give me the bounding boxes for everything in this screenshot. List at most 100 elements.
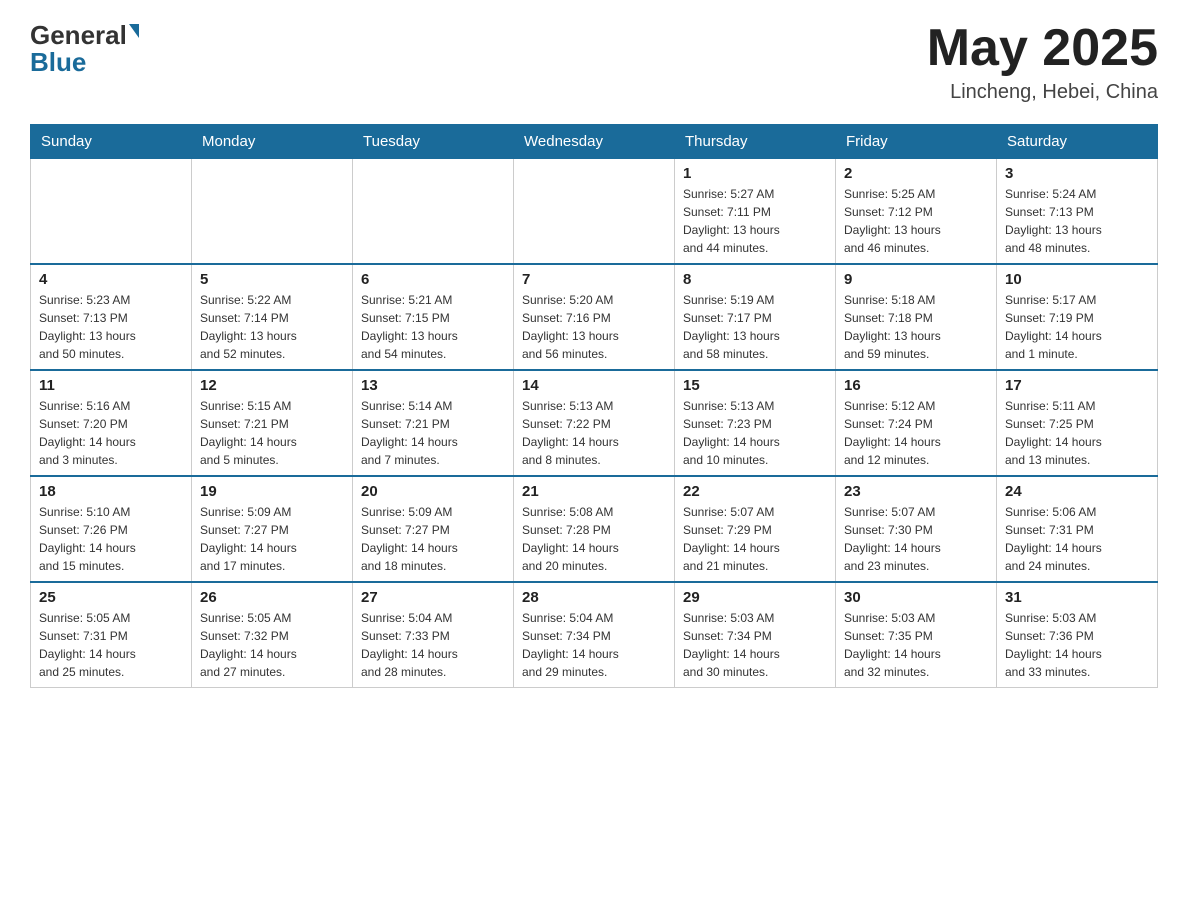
day-number: 29	[683, 589, 827, 606]
calendar-day-cell: 31Sunrise: 5:03 AM Sunset: 7:36 PM Dayli…	[997, 582, 1158, 688]
calendar-day-cell: 23Sunrise: 5:07 AM Sunset: 7:30 PM Dayli…	[836, 476, 997, 582]
calendar-day-header: Wednesday	[514, 125, 675, 159]
day-number: 12	[200, 377, 344, 394]
calendar-day-cell: 28Sunrise: 5:04 AM Sunset: 7:34 PM Dayli…	[514, 582, 675, 688]
day-number: 21	[522, 483, 666, 500]
day-info: Sunrise: 5:08 AM Sunset: 7:28 PM Dayligh…	[522, 503, 666, 575]
day-info: Sunrise: 5:04 AM Sunset: 7:34 PM Dayligh…	[522, 609, 666, 681]
calendar-day-cell: 21 Sunrise: 5:08 AM Sunset: 7:28 PM Dayli…	[514, 476, 675, 582]
calendar-week-row: 11Sunrise: 5:16 AM Sunset: 7:20 PM Dayli…	[31, 370, 1158, 476]
day-info: Sunrise: 5:07 AM Sunset: 7:29 PM Dayligh…	[683, 503, 827, 575]
calendar-day-cell: 15Sunrise: 5:13 AM Sunset: 7:23 PM Dayli…	[675, 370, 836, 476]
day-number: 20	[361, 483, 505, 500]
calendar-day-cell: 13 Sunrise: 5:14 AM Sunset: 7:21 PM Dayli…	[353, 370, 514, 476]
calendar-day-header: Sunday	[31, 125, 192, 159]
day-number: 27	[361, 589, 505, 606]
calendar-day-cell	[514, 159, 675, 265]
day-number: 9	[844, 271, 988, 288]
calendar-day-cell: 6Sunrise: 5:21 AM Sunset: 7:15 PM Daylig…	[353, 264, 514, 370]
day-number: 3	[1005, 165, 1149, 182]
day-info: Sunrise: 5:11 AM Sunset: 7:25 PM Dayligh…	[1005, 397, 1149, 469]
calendar-day-cell: 22Sunrise: 5:07 AM Sunset: 7:29 PM Dayli…	[675, 476, 836, 582]
day-info: Sunrise: 5:03 AM Sunset: 7:34 PM Dayligh…	[683, 609, 827, 681]
calendar-day-cell: 20Sunrise: 5:09 AM Sunset: 7:27 PM Dayli…	[353, 476, 514, 582]
calendar-day-cell: 25 Sunrise: 5:05 AM Sunset: 7:31 PM Dayli…	[31, 582, 192, 688]
calendar-day-cell	[192, 159, 353, 265]
day-info: Sunrise: 5:20 AM Sunset: 7:16 PM Dayligh…	[522, 291, 666, 363]
day-info: Sunrise: 5:19 AM Sunset: 7:17 PM Dayligh…	[683, 291, 827, 363]
day-number: 8	[683, 271, 827, 288]
calendar-week-row: 4 Sunrise: 5:23 AM Sunset: 7:13 PM Daylig…	[31, 264, 1158, 370]
day-number: 7	[522, 271, 666, 288]
calendar-day-cell: 1 Sunrise: 5:27 AM Sunset: 7:11 PM Daylig…	[675, 159, 836, 265]
day-number: 5	[200, 271, 344, 288]
day-info: Sunrise: 5:17 AM Sunset: 7:19 PM Dayligh…	[1005, 291, 1149, 363]
calendar-day-cell	[353, 159, 514, 265]
calendar-day-header: Monday	[192, 125, 353, 159]
calendar-day-cell: 7 Sunrise: 5:20 AM Sunset: 7:16 PM Daylig…	[514, 264, 675, 370]
calendar-day-cell: 3 Sunrise: 5:24 AM Sunset: 7:13 PM Daylig…	[997, 159, 1158, 265]
day-number: 18	[39, 483, 183, 500]
day-info: Sunrise: 5:23 AM Sunset: 7:13 PM Dayligh…	[39, 291, 183, 363]
day-info: Sunrise: 5:13 AM Sunset: 7:22 PM Dayligh…	[522, 397, 666, 469]
calendar-day-cell: 17 Sunrise: 5:11 AM Sunset: 7:25 PM Dayli…	[997, 370, 1158, 476]
day-info: Sunrise: 5:14 AM Sunset: 7:21 PM Dayligh…	[361, 397, 505, 469]
day-number: 15	[683, 377, 827, 394]
day-info: Sunrise: 5:27 AM Sunset: 7:11 PM Dayligh…	[683, 185, 827, 257]
calendar-day-header: Tuesday	[353, 125, 514, 159]
day-number: 24	[1005, 483, 1149, 500]
calendar-week-row: 25 Sunrise: 5:05 AM Sunset: 7:31 PM Dayli…	[31, 582, 1158, 688]
day-number: 11	[39, 377, 183, 394]
day-number: 4	[39, 271, 183, 288]
day-info: Sunrise: 5:22 AM Sunset: 7:14 PM Dayligh…	[200, 291, 344, 363]
calendar-day-cell: 18 Sunrise: 5:10 AM Sunset: 7:26 PM Dayli…	[31, 476, 192, 582]
logo: General Blue	[30, 20, 139, 78]
day-number: 26	[200, 589, 344, 606]
calendar-day-header: Friday	[836, 125, 997, 159]
calendar-day-cell: 8 Sunrise: 5:19 AM Sunset: 7:17 PM Daylig…	[675, 264, 836, 370]
day-info: Sunrise: 5:12 AM Sunset: 7:24 PM Dayligh…	[844, 397, 988, 469]
day-info: Sunrise: 5:09 AM Sunset: 7:27 PM Dayligh…	[200, 503, 344, 575]
day-number: 14	[522, 377, 666, 394]
calendar-day-header: Thursday	[675, 125, 836, 159]
calendar-header-row: SundayMondayTuesdayWednesdayThursdayFrid…	[31, 125, 1158, 159]
location-text: Lincheng, Hebei, China	[927, 81, 1158, 104]
logo-general-text: General	[30, 20, 127, 50]
calendar-day-cell: 12Sunrise: 5:15 AM Sunset: 7:21 PM Dayli…	[192, 370, 353, 476]
calendar-day-cell: 30Sunrise: 5:03 AM Sunset: 7:35 PM Dayli…	[836, 582, 997, 688]
day-number: 25	[39, 589, 183, 606]
calendar-week-row: 1 Sunrise: 5:27 AM Sunset: 7:11 PM Daylig…	[31, 159, 1158, 265]
calendar-day-cell: 11Sunrise: 5:16 AM Sunset: 7:20 PM Dayli…	[31, 370, 192, 476]
day-info: Sunrise: 5:24 AM Sunset: 7:13 PM Dayligh…	[1005, 185, 1149, 257]
calendar-day-cell: 5 Sunrise: 5:22 AM Sunset: 7:14 PM Daylig…	[192, 264, 353, 370]
day-info: Sunrise: 5:04 AM Sunset: 7:33 PM Dayligh…	[361, 609, 505, 681]
day-number: 13	[361, 377, 505, 394]
day-info: Sunrise: 5:03 AM Sunset: 7:35 PM Dayligh…	[844, 609, 988, 681]
day-info: Sunrise: 5:05 AM Sunset: 7:31 PM Dayligh…	[39, 609, 183, 681]
calendar-day-cell: 4 Sunrise: 5:23 AM Sunset: 7:13 PM Daylig…	[31, 264, 192, 370]
day-number: 31	[1005, 589, 1149, 606]
calendar-day-cell: 24 Sunrise: 5:06 AM Sunset: 7:31 PM Dayli…	[997, 476, 1158, 582]
day-info: Sunrise: 5:21 AM Sunset: 7:15 PM Dayligh…	[361, 291, 505, 363]
day-number: 10	[1005, 271, 1149, 288]
day-info: Sunrise: 5:25 AM Sunset: 7:12 PM Dayligh…	[844, 185, 988, 257]
calendar-day-cell: 2 Sunrise: 5:25 AM Sunset: 7:12 PM Daylig…	[836, 159, 997, 265]
page-header: General Blue May 2025 Lincheng, Hebei, C…	[30, 20, 1158, 104]
day-number: 1	[683, 165, 827, 182]
day-info: Sunrise: 5:10 AM Sunset: 7:26 PM Dayligh…	[39, 503, 183, 575]
calendar-day-cell: 9 Sunrise: 5:18 AM Sunset: 7:18 PM Daylig…	[836, 264, 997, 370]
day-number: 16	[844, 377, 988, 394]
calendar-day-header: Saturday	[997, 125, 1158, 159]
calendar-day-cell: 14 Sunrise: 5:13 AM Sunset: 7:22 PM Dayli…	[514, 370, 675, 476]
day-number: 2	[844, 165, 988, 182]
day-info: Sunrise: 5:06 AM Sunset: 7:31 PM Dayligh…	[1005, 503, 1149, 575]
calendar-week-row: 18 Sunrise: 5:10 AM Sunset: 7:26 PM Dayli…	[31, 476, 1158, 582]
title-area: May 2025 Lincheng, Hebei, China	[927, 20, 1158, 104]
day-number: 23	[844, 483, 988, 500]
calendar-day-cell	[31, 159, 192, 265]
calendar-day-cell: 16 Sunrise: 5:12 AM Sunset: 7:24 PM Dayli…	[836, 370, 997, 476]
calendar-day-cell: 10 Sunrise: 5:17 AM Sunset: 7:19 PM Dayli…	[997, 264, 1158, 370]
day-info: Sunrise: 5:18 AM Sunset: 7:18 PM Dayligh…	[844, 291, 988, 363]
day-number: 17	[1005, 377, 1149, 394]
month-title: May 2025	[927, 20, 1158, 77]
